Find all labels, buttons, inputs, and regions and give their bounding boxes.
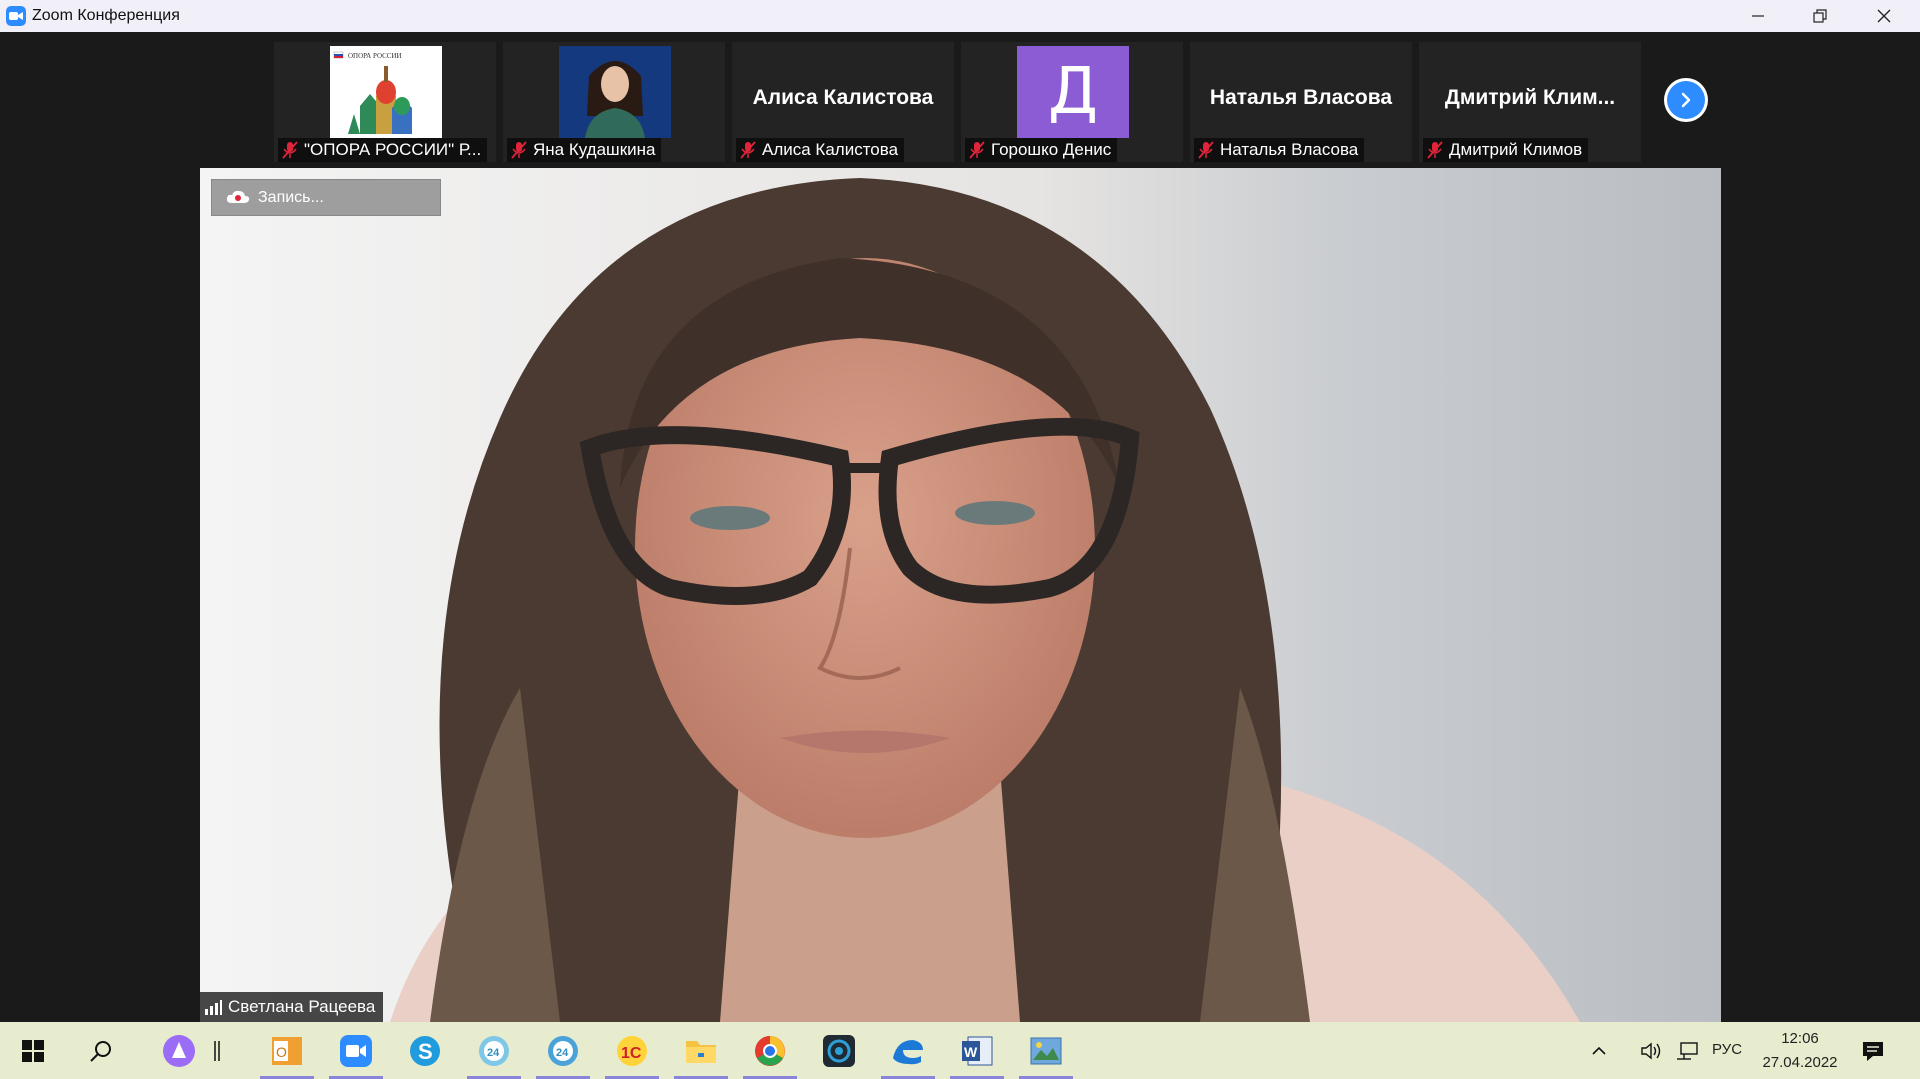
notifications-button[interactable]	[1848, 1022, 1898, 1079]
participant-strip: ОПОРА РОССИИ "ОПОРА РОССИИ" Р... Яна Куд…	[0, 32, 1920, 167]
taskbar-app-chrome[interactable]	[739, 1022, 801, 1079]
taskbar-separator	[202, 1022, 232, 1079]
start-button[interactable]	[2, 1022, 64, 1079]
participant-tile[interactable]: Алиса Калистова Алиса Калистова	[732, 42, 954, 162]
show-hidden-icons-button[interactable]	[1586, 1022, 1612, 1079]
participant-display-name: Алиса Калистова	[752, 86, 934, 109]
participant-display-name: Наталья Власова	[1209, 86, 1393, 109]
camera-icon	[823, 1034, 855, 1067]
zoom-app-icon	[6, 6, 26, 26]
svg-text:S: S	[418, 1039, 433, 1064]
speaker-name-tag: Светлана Рацеева	[200, 992, 384, 1022]
active-speaker-video: Запись... Светлана Рацеева	[200, 168, 1721, 1022]
zoom-icon	[340, 1034, 372, 1067]
mic-muted-icon	[740, 141, 756, 159]
taskbar-app-bitrix24[interactable]: 24	[463, 1022, 525, 1079]
avatar-letter: Д	[1048, 55, 1098, 129]
participant-label: Наталья Власова	[1194, 138, 1365, 162]
network-button[interactable]	[1672, 1022, 1702, 1079]
skype-icon: S	[410, 1035, 440, 1066]
bitrix24-icon: 24	[479, 1035, 509, 1066]
svg-text:24: 24	[556, 1047, 569, 1059]
participant-tile[interactable]: Д Горошко Денис	[961, 42, 1183, 162]
speaker-name: Светлана Рацеева	[228, 997, 376, 1016]
taskbar-app-picture[interactable]	[1015, 1022, 1077, 1079]
participant-label: Яна Кудашкина	[507, 138, 662, 162]
participant-label: Дмитрий Климов	[1423, 138, 1589, 162]
system-clock[interactable]: 12:06 27.04.2022	[1750, 1027, 1850, 1075]
outlook-icon: O	[272, 1036, 302, 1065]
organization-logo: ОПОРА РОССИИ	[330, 46, 442, 138]
recording-indicator[interactable]: Запись...	[211, 179, 441, 216]
mic-muted-icon	[282, 141, 298, 159]
recording-label: Запись...	[258, 188, 324, 206]
svg-text:W: W	[964, 1044, 978, 1060]
window-title: Zoom Конференция	[32, 7, 180, 24]
participant-label: "ОПОРА РОССИИ" Р...	[278, 138, 488, 162]
clock-date: 27.04.2022	[1762, 1054, 1838, 1071]
participant-tile[interactable]: Яна Кудашкина	[503, 42, 725, 162]
chrome-icon	[755, 1035, 785, 1066]
participant-label: Горошко Денис	[965, 138, 1118, 162]
taskbar-app-skype[interactable]: S	[394, 1022, 456, 1079]
chevron-up-icon	[1592, 1046, 1606, 1055]
network-icon	[1677, 1041, 1698, 1060]
taskbar-app-word[interactable]: W	[946, 1022, 1008, 1079]
edge-icon	[893, 1039, 923, 1064]
alice-icon	[163, 1034, 195, 1067]
word-icon: W	[962, 1036, 993, 1065]
taskbar-app-zoom[interactable]	[325, 1022, 387, 1079]
participant-name: Горошко Денис	[991, 140, 1112, 159]
mic-muted-icon	[1198, 141, 1214, 159]
signal-strength-icon	[205, 1000, 222, 1015]
mic-muted-icon	[1427, 141, 1443, 159]
logo-caption: ОПОРА РОССИИ	[348, 52, 402, 60]
svg-text:24: 24	[487, 1047, 500, 1059]
restore-button[interactable]	[1789, 0, 1851, 32]
volume-button[interactable]	[1638, 1022, 1666, 1079]
participant-name: Алиса Калистова	[762, 140, 899, 159]
alice-assistant-button[interactable]	[148, 1022, 210, 1079]
svg-text:1C: 1C	[621, 1045, 642, 1062]
bitrix24-icon: 24	[548, 1035, 578, 1066]
clock-time: 12:06	[1781, 1030, 1819, 1047]
participant-name: Дмитрий Климов	[1449, 140, 1583, 159]
taskbar-app-camera[interactable]	[808, 1022, 870, 1079]
taskbar-app-edge[interactable]	[877, 1022, 939, 1079]
folder-icon	[686, 1040, 716, 1063]
participant-tile[interactable]: Дмитрий Клим... Дмитрий Климов	[1419, 42, 1641, 162]
window-title-bar: Zoom Конференция	[0, 0, 1920, 32]
cloud-recording-icon	[226, 190, 250, 203]
picture-icon	[1030, 1037, 1062, 1064]
taskbar-app-1c[interactable]: 1C	[601, 1022, 663, 1079]
next-page-button[interactable]	[1664, 78, 1708, 122]
1c-icon: 1C	[617, 1035, 647, 1066]
svg-text:O: O	[276, 1044, 287, 1060]
participant-label: Алиса Калистова	[736, 138, 905, 162]
taskbar-app-file-explorer[interactable]	[670, 1022, 732, 1079]
participant-name: Яна Кудашкина	[533, 140, 656, 159]
notification-icon	[1863, 1041, 1883, 1061]
speaker-video-frame	[200, 168, 1721, 1022]
participant-photo	[559, 46, 671, 138]
chevron-right-icon	[1681, 92, 1691, 108]
mic-muted-icon	[969, 141, 985, 159]
taskbar-app-outlook[interactable]: O	[256, 1022, 318, 1079]
mic-muted-icon	[511, 141, 527, 159]
participant-name: "ОПОРА РОССИИ" Р...	[304, 140, 482, 159]
minimize-button[interactable]	[1727, 0, 1789, 32]
participant-display-name: Дмитрий Клим...	[1444, 86, 1616, 109]
participant-avatar: Д	[1017, 46, 1129, 138]
speaker-icon	[1641, 1042, 1661, 1059]
search-icon	[90, 1040, 111, 1062]
taskbar-app-bitrix24[interactable]: 24	[532, 1022, 594, 1079]
input-language-indicator[interactable]: РУС	[1712, 1041, 1742, 1058]
participant-tile[interactable]: ОПОРА РОССИИ "ОПОРА РОССИИ" Р...	[274, 42, 496, 162]
participant-tile[interactable]: Наталья Власова Наталья Власова	[1190, 42, 1412, 162]
participant-name: Наталья Власова	[1220, 140, 1359, 159]
windows-taskbar: O S 24 24 1C W РУС	[0, 1022, 1920, 1079]
windows-start-icon	[22, 1039, 44, 1062]
search-button[interactable]	[70, 1022, 132, 1079]
close-button[interactable]	[1853, 0, 1915, 32]
